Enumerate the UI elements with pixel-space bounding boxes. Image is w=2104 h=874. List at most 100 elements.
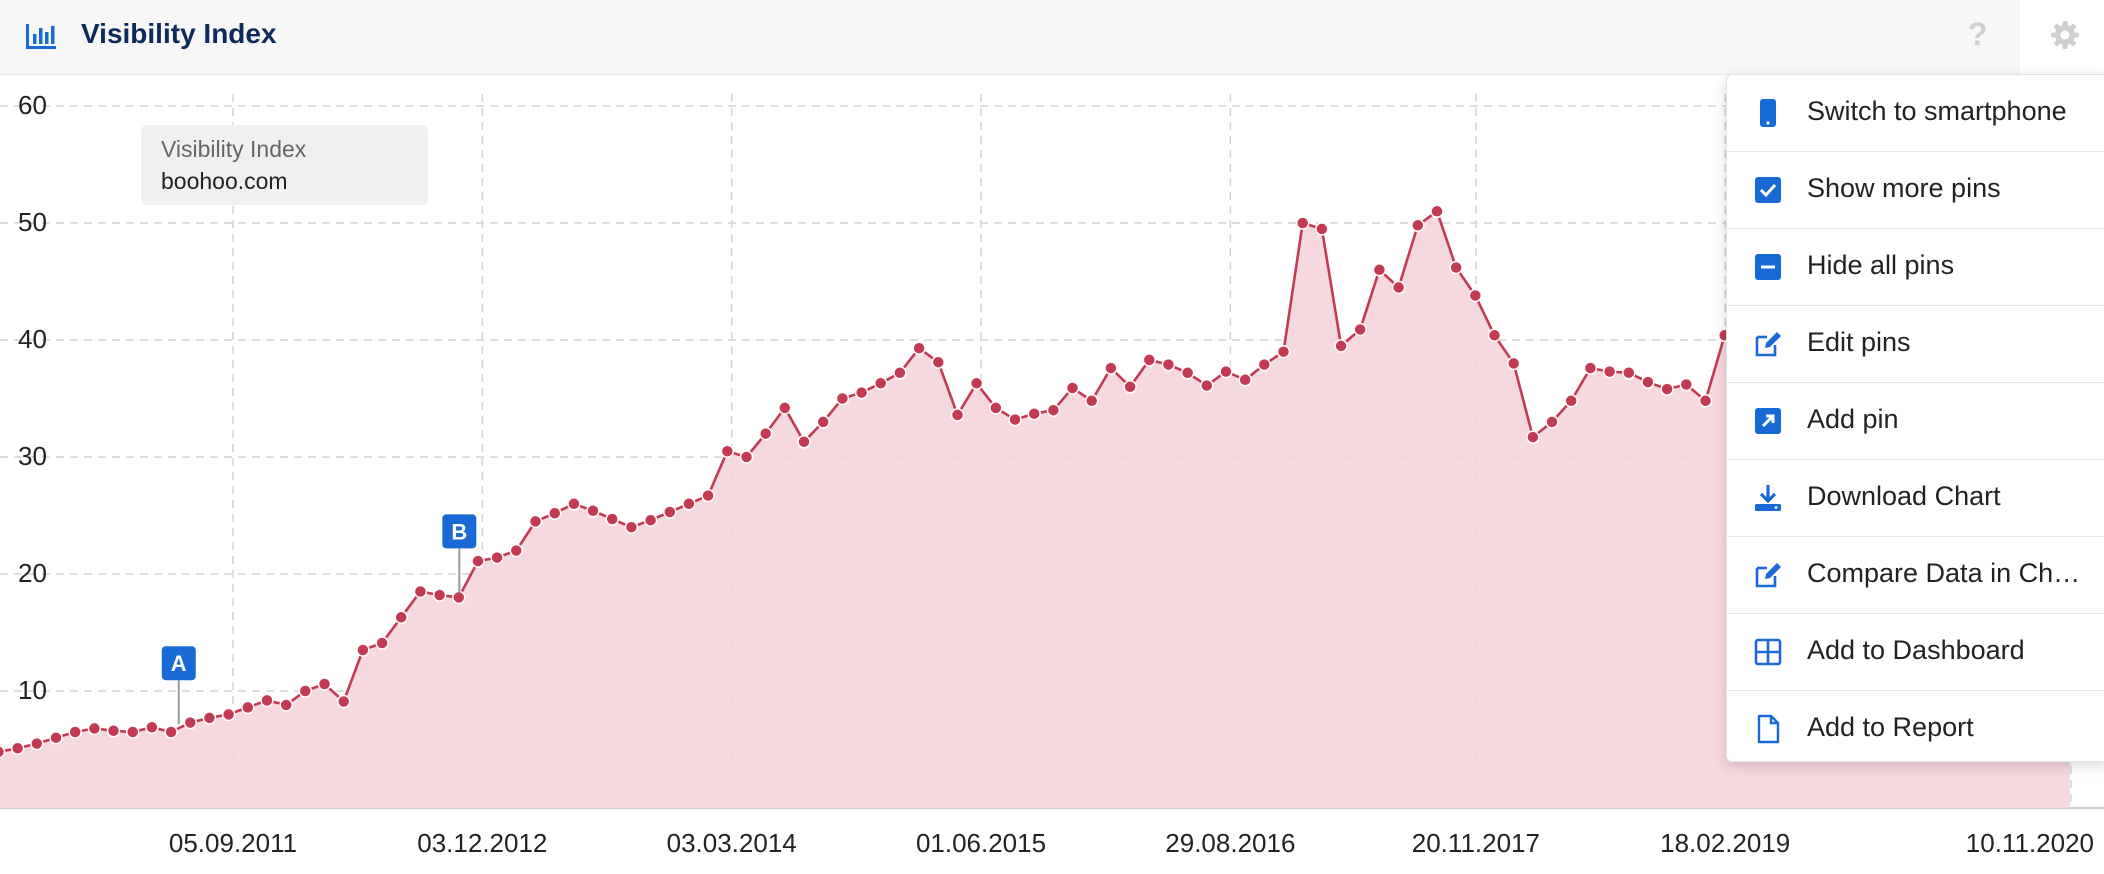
data-point <box>1622 366 1636 380</box>
data-point <box>125 725 140 739</box>
chart-title: Visibility Index <box>81 18 277 49</box>
menu-item-edit[interactable]: Compare Data in Ch… <box>1727 537 2104 614</box>
grid-icon <box>1754 638 1782 666</box>
menu-item-document[interactable]: Add to Report <box>1727 691 2104 767</box>
data-point <box>221 707 236 722</box>
menu-item-label: Compare Data in Ch… <box>1807 558 2081 588</box>
data-point <box>816 415 830 429</box>
document-icon <box>1757 714 1780 744</box>
menu-item-grid[interactable]: Add to Dashboard <box>1727 614 2104 691</box>
data-point <box>1295 216 1310 230</box>
menu-item-checkbox-checked[interactable]: Show more pins <box>1727 152 2104 229</box>
data-point <box>797 435 811 449</box>
x-tick-label: 10.11.2020 <box>1966 828 2094 858</box>
data-point <box>720 444 735 458</box>
data-point <box>30 736 44 751</box>
chart-header: Visibility Index <box>0 0 2020 75</box>
data-point <box>1430 204 1444 219</box>
y-tick-label: 60 <box>18 90 47 120</box>
data-point <box>1698 394 1713 408</box>
checkbox-checked-icon <box>1755 177 1781 203</box>
data-point <box>586 504 600 518</box>
data-point <box>1200 378 1214 393</box>
minus-square-icon <box>1755 254 1781 280</box>
data-point <box>854 385 869 400</box>
data-point <box>260 693 274 708</box>
x-tick-label: 20.11.2017 <box>1412 828 1540 858</box>
y-tick-label: 20 <box>18 558 47 588</box>
data-point <box>912 341 926 355</box>
data-point <box>624 520 639 534</box>
data-point <box>1142 353 1157 367</box>
data-point <box>1372 263 1387 277</box>
menu-item-label: Switch to smartphone <box>1807 96 2067 126</box>
data-point <box>663 505 677 519</box>
data-point <box>241 700 255 715</box>
data-point <box>1641 375 1655 389</box>
menu-item-minus-square[interactable]: Hide all pins <box>1727 229 2104 306</box>
data-point <box>1065 381 1080 395</box>
menu-item-smartphone[interactable]: Switch to smartphone <box>1727 75 2104 152</box>
menu-item-download[interactable]: Download Chart <box>1727 460 2104 537</box>
y-tick-label: 30 <box>18 441 47 471</box>
data-point <box>1545 415 1559 429</box>
data-point <box>567 497 581 511</box>
data-point <box>893 366 907 380</box>
download-icon <box>1755 485 1781 511</box>
data-point <box>413 584 428 599</box>
data-point <box>1411 218 1425 233</box>
data-point <box>1391 280 1406 295</box>
data-point <box>1353 322 1367 337</box>
data-point <box>1660 382 1674 396</box>
data-point <box>1583 361 1598 375</box>
data-point <box>1506 356 1521 371</box>
data-point <box>701 488 715 503</box>
gear-icon[interactable] <box>2050 20 2080 50</box>
data-point <box>528 514 543 529</box>
data-point <box>1564 394 1578 408</box>
data-point <box>279 698 293 712</box>
data-point <box>643 513 658 527</box>
data-point <box>1238 373 1252 387</box>
menu-item-label: Add pin <box>1807 404 1899 434</box>
data-point <box>336 694 351 709</box>
menu-item-label: Hide all pins <box>1807 250 1955 280</box>
smartphone-icon <box>1760 99 1776 127</box>
edit-icon <box>1755 563 1781 588</box>
edit-icon <box>1755 332 1781 357</box>
y-tick-label: 40 <box>18 324 47 354</box>
data-point <box>1602 364 1617 379</box>
data-point <box>1123 380 1137 394</box>
data-point <box>432 588 447 602</box>
data-point <box>490 550 504 565</box>
data-point <box>10 741 25 756</box>
x-tick-label: 03.03.2014 <box>667 828 797 858</box>
data-point <box>758 426 773 441</box>
y-tick-label: 10 <box>18 675 47 705</box>
data-point <box>1468 288 1483 303</box>
data-point <box>1027 406 1041 421</box>
data-point <box>394 610 408 625</box>
data-point <box>452 590 466 605</box>
data-point <box>1334 339 1348 353</box>
data-point <box>1276 344 1291 359</box>
data-point <box>1526 430 1540 444</box>
data-point <box>87 721 102 736</box>
x-tick-label: 05.09.2011 <box>169 828 297 858</box>
data-point <box>1449 260 1463 275</box>
data-point <box>835 391 850 406</box>
menu-item-label: Show more pins <box>1807 173 2001 203</box>
data-point <box>1487 328 1502 343</box>
data-point <box>605 512 619 526</box>
help-icon[interactable]: ? <box>1968 16 1988 53</box>
data-point <box>1084 394 1099 408</box>
pin-label: A <box>171 651 187 676</box>
menu-item-external-arrow[interactable]: Add pin <box>1727 383 2104 460</box>
chart-options-menu: Switch to smartphone Show more pins Hide a… <box>1726 74 2104 762</box>
data-point <box>375 636 389 650</box>
data-point <box>989 401 1003 415</box>
external-arrow-icon <box>1755 408 1781 434</box>
data-point <box>202 711 217 725</box>
data-point <box>1180 366 1195 380</box>
menu-item-edit[interactable]: Edit pins <box>1727 306 2104 383</box>
